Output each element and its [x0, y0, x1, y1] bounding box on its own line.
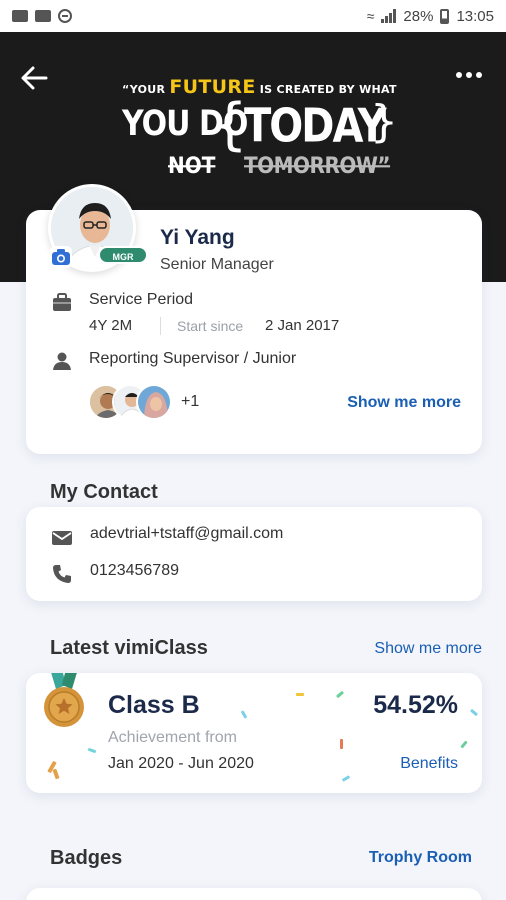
confetti-decoration: [87, 747, 97, 754]
vimiclass-show-more-link[interactable]: Show me more: [374, 640, 482, 658]
role-badge: MGR: [98, 246, 148, 264]
badges-card: [26, 888, 482, 900]
quote-brace-open: {: [212, 92, 248, 157]
phone-icon: [53, 565, 71, 583]
phone-value[interactable]: 0123456789: [90, 562, 179, 580]
confetti-decoration: [52, 768, 60, 780]
camera-icon[interactable]: [50, 246, 72, 268]
class-name: Class B: [108, 691, 200, 719]
mail-icon: [52, 531, 72, 545]
confetti-decoration: [341, 775, 351, 782]
start-date: 2 Jan 2017: [265, 317, 340, 334]
quote-middle: IS CREATED BY WHAT: [259, 83, 397, 96]
email-value[interactable]: adevtrial+tstaff@gmail.com: [90, 525, 283, 543]
quote-line-1: “YOUR FUTURE IS CREATED BY WHAT: [122, 76, 402, 98]
medal-icon: [44, 673, 84, 727]
image-notification-icon: [35, 10, 51, 22]
achievement-period: Jan 2020 - Jun 2020: [108, 755, 254, 772]
signal-icon: [381, 9, 397, 23]
start-since-label: Start since: [177, 318, 244, 334]
confetti-decoration: [296, 693, 304, 696]
status-left: [12, 9, 72, 23]
do-not-disturb-icon: [58, 9, 72, 23]
class-percentage: 54.52%: [373, 691, 458, 719]
confetti-decoration: [460, 740, 468, 749]
trophy-room-link[interactable]: Trophy Room: [369, 849, 472, 867]
extra-count: +1: [181, 393, 200, 410]
divider: [160, 317, 161, 335]
confetti-decoration: [335, 690, 345, 699]
arrow-left-icon[interactable]: [16, 60, 52, 96]
video-notification-icon: [12, 10, 28, 22]
confetti-decoration: [340, 739, 343, 749]
service-period-label: Service Period: [89, 291, 194, 308]
confetti-decoration: [240, 710, 248, 719]
profile-card: MGR Yi Yang Senior Manager Service Perio…: [26, 184, 482, 454]
junior-avatar[interactable]: [136, 384, 172, 420]
achievement-label: Achievement from: [108, 729, 237, 746]
benefits-link[interactable]: Benefits: [400, 755, 458, 773]
vimiclass-card[interactable]: Class B 54.52% Achievement from Jan 2020…: [26, 673, 482, 793]
wifi-icon: ≈: [366, 8, 375, 24]
quote-tomorrow: TOMORROW”: [244, 152, 391, 179]
more-horizontal-icon[interactable]: [452, 62, 486, 88]
battery-percent: 28%: [403, 7, 434, 25]
service-duration: 4Y 2M: [89, 317, 133, 334]
quote-today: TODAY: [244, 100, 387, 153]
reporting-label: Reporting Supervisor / Junior: [89, 350, 297, 367]
badges-section-title: Badges: [50, 847, 123, 869]
briefcase-icon: [53, 293, 71, 311]
battery-icon: [440, 8, 450, 24]
show-more-link[interactable]: Show me more: [347, 394, 461, 412]
person-icon: [53, 352, 71, 370]
vimiclass-section-title: Latest vimiClass: [50, 637, 208, 659]
contact-card: adevtrial+tstaff@gmail.com 0123456789: [26, 507, 482, 601]
clock: 13:05: [456, 7, 494, 25]
contact-section-title: My Contact: [50, 481, 158, 503]
quote-not: NOT: [168, 152, 216, 179]
status-right: ≈ 28% 13:05: [367, 8, 494, 25]
status-bar: ≈ 28% 13:05: [0, 0, 506, 32]
quote-banner: “YOUR FUTURE IS CREATED BY WHAT YOU DO N…: [122, 76, 402, 178]
confetti-decoration: [469, 708, 479, 717]
profile-title: Senior Manager: [160, 256, 274, 273]
quote-prefix: “YOUR: [122, 83, 166, 96]
profile-name: Yi Yang: [160, 226, 235, 249]
quote-brace-close: }: [370, 96, 398, 147]
